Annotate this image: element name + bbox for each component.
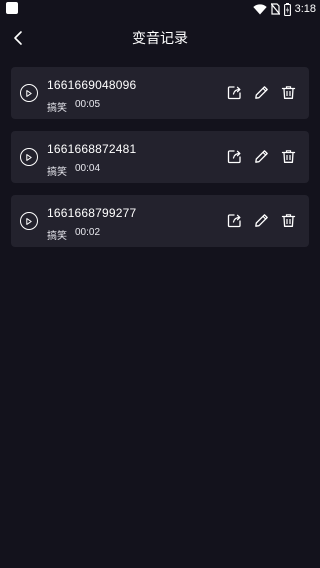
play-icon <box>26 89 32 97</box>
edit-button[interactable] <box>253 84 270 101</box>
play-icon <box>26 153 32 161</box>
record-actions <box>226 212 297 230</box>
notification-icon <box>6 2 18 14</box>
share-icon <box>227 150 241 164</box>
edit-icon <box>255 86 268 99</box>
battery-icon <box>283 2 291 16</box>
share-button[interactable] <box>226 84 243 101</box>
record-name: 1661669048096 <box>47 78 137 92</box>
record-item[interactable]: 1661669048096 搞笑 00:05 <box>11 67 309 119</box>
record-type: 搞笑 <box>47 103 67 114</box>
record-type: 搞笑 <box>47 231 67 242</box>
page-title: 变音记录 <box>132 31 188 47</box>
share-button[interactable] <box>226 148 243 165</box>
record-item[interactable]: 1661668872481 搞笑 00:04 <box>11 131 309 183</box>
wifi-icon <box>252 3 267 15</box>
edit-icon <box>255 214 268 227</box>
edit-button[interactable] <box>253 212 270 229</box>
share-icon <box>227 214 241 228</box>
play-icon <box>26 217 32 225</box>
trash-icon <box>281 86 296 99</box>
status-right: 3:18 <box>252 1 316 17</box>
trash-icon <box>281 150 296 163</box>
trash-icon <box>281 214 296 227</box>
status-bar: 3:18 <box>0 0 320 18</box>
record-item[interactable]: 1661668799277 搞笑 00:02 <box>11 195 309 247</box>
header: 变音记录 <box>0 18 320 58</box>
no-sim-icon <box>270 3 280 15</box>
record-meta: 搞笑 00:04 <box>47 163 100 178</box>
share-icon <box>227 86 241 100</box>
record-name: 1661668799277 <box>47 206 137 220</box>
record-duration: 00:04 <box>75 163 101 174</box>
record-list: 1661669048096 搞笑 00:05 1661668872481 搞笑 … <box>11 67 309 259</box>
record-actions <box>226 148 297 166</box>
record-type: 搞笑 <box>47 167 67 178</box>
edit-button[interactable] <box>253 148 270 165</box>
play-button[interactable] <box>20 84 38 102</box>
edit-icon <box>255 150 268 163</box>
delete-button[interactable] <box>280 84 297 101</box>
record-actions <box>226 84 297 102</box>
play-button[interactable] <box>20 148 38 166</box>
record-duration: 00:02 <box>75 227 101 238</box>
record-name: 1661668872481 <box>47 142 137 156</box>
record-meta: 搞笑 00:02 <box>47 227 100 242</box>
delete-button[interactable] <box>280 212 297 229</box>
share-button[interactable] <box>226 212 243 229</box>
status-time: 3:18 <box>294 3 316 15</box>
play-button[interactable] <box>20 212 38 230</box>
delete-button[interactable] <box>280 148 297 165</box>
record-duration: 00:05 <box>75 99 101 110</box>
record-meta: 搞笑 00:05 <box>47 99 100 114</box>
